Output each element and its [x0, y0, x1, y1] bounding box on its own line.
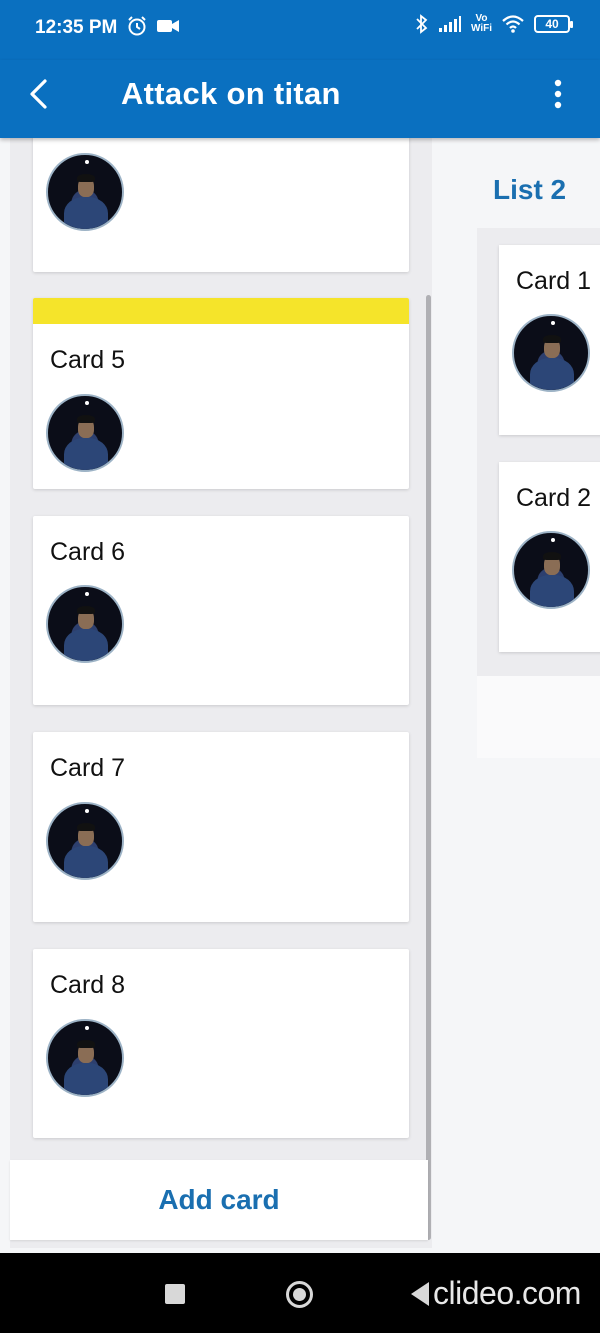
signal-icon [438, 16, 461, 32]
back-icon[interactable] [411, 1282, 429, 1306]
list-card[interactable]: Card 7 [33, 732, 409, 922]
member-avatar [512, 314, 590, 392]
list-card[interactable]: Card 8 [33, 949, 409, 1138]
member-avatar [46, 153, 124, 231]
list-2-title: List 2 [493, 174, 567, 205]
member-avatar [46, 394, 124, 472]
list-1-scrollbar[interactable] [426, 295, 431, 1240]
page-title: Attack on titan [121, 76, 341, 111]
navigation-bar: clideo.com [0, 1253, 600, 1333]
card-title: Card 8 [50, 971, 126, 999]
home-icon[interactable] [286, 1281, 313, 1308]
list-card[interactable]: Card 1 [499, 245, 600, 435]
member-avatar [46, 802, 124, 880]
list-1-cards[interactable]: Card 5 Card 6 Card 7 Card 8 [10, 138, 432, 1158]
video-camera-icon [157, 20, 179, 32]
add-card-button[interactable]: Add card [10, 1160, 428, 1240]
wifi-icon [502, 15, 524, 33]
back-button[interactable] [20, 76, 56, 112]
list-1: Card 5 Card 6 Card 7 Card 8 Add card [10, 138, 432, 1248]
status-bar: 12:35 PM Vo WiFi 40 [0, 0, 600, 60]
card-title: Card 1 [516, 267, 592, 295]
card-title: Card 6 [50, 538, 126, 566]
list-card[interactable]: Card 5 [33, 298, 409, 489]
app-bar: Attack on titan [0, 60, 600, 138]
list-2[interactable]: Card 1 Card 2 [477, 228, 600, 676]
vowifi-icon: Vo WiFi [470, 13, 492, 34]
card-title: Card 7 [50, 754, 126, 782]
member-avatar [46, 1019, 124, 1097]
battery-icon: 40 [534, 15, 573, 33]
list-2-footer [477, 676, 600, 758]
watermark: clideo.com [433, 1275, 581, 1311]
member-avatar [46, 585, 124, 663]
member-avatar [512, 531, 590, 609]
alarm-icon [128, 16, 146, 36]
more-options-button[interactable] [538, 76, 578, 112]
list-card[interactable]: Card 2 [499, 462, 600, 652]
list-card[interactable] [33, 138, 409, 272]
card-title: Card 5 [50, 346, 126, 374]
back-arrow-icon [30, 79, 47, 109]
board[interactable]: Card 5 Card 6 Card 7 Card 8 Add card Lis… [0, 138, 600, 1253]
recents-icon[interactable] [165, 1284, 185, 1304]
card-title: Card 2 [516, 484, 592, 512]
bluetooth-icon [416, 14, 428, 34]
list-card[interactable]: Card 6 [33, 516, 409, 705]
status-time: 12:35 PM [35, 17, 118, 38]
more-vertical-icon [554, 79, 562, 109]
card-label-yellow [33, 298, 409, 324]
